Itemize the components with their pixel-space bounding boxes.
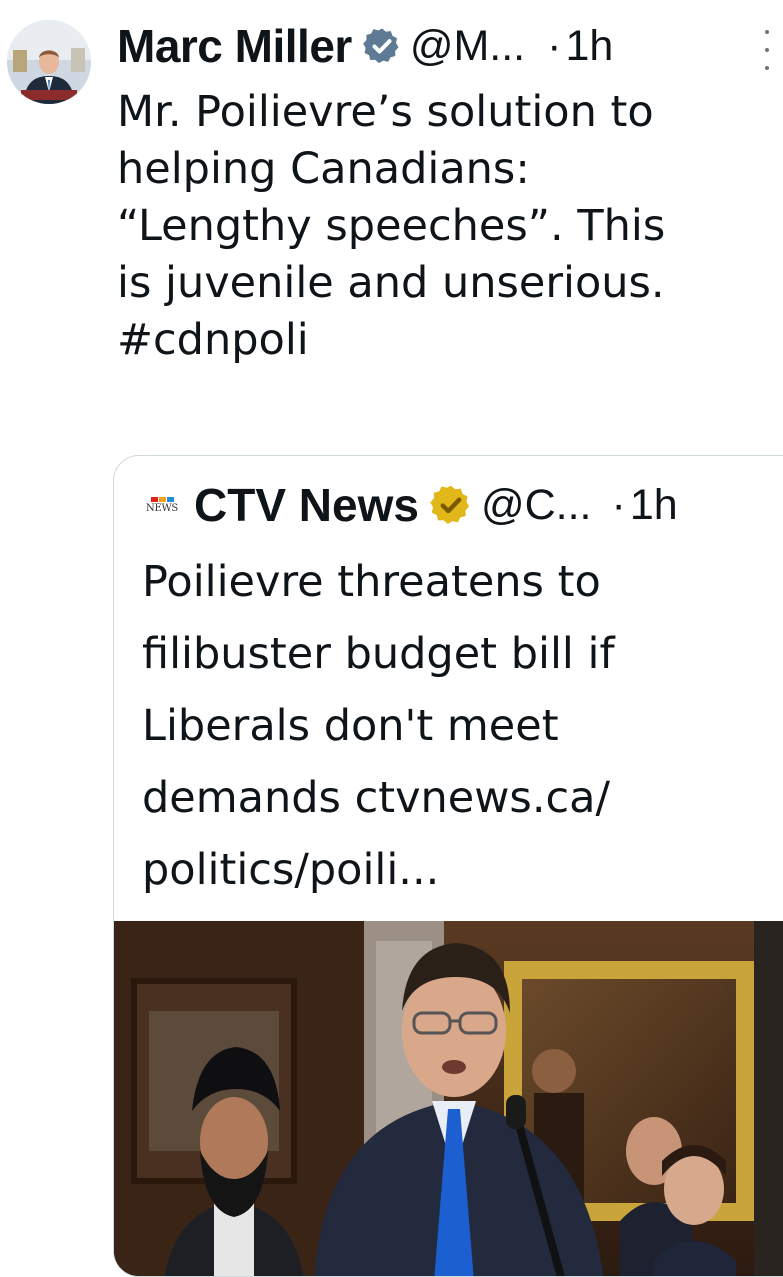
quoted-tweet-photo[interactable] (114, 921, 783, 1276)
more-options-icon[interactable] (757, 30, 777, 70)
ctv-logo-text: NEWS (146, 502, 178, 514)
quoted-tweet-text: Poilievre threatens to filibuster budget… (142, 546, 782, 906)
author-avatar[interactable] (7, 20, 91, 104)
avatar-photo (7, 20, 91, 104)
tweet-text-line: helping Canadians: (117, 144, 530, 194)
quoted-link-text[interactable]: demands ctvnews.ca/ (142, 762, 782, 834)
hashtag-link[interactable]: #cdnpoli (117, 312, 767, 369)
gold-verified-badge-icon[interactable] (429, 483, 473, 527)
author-name[interactable]: Marc Miller (117, 19, 352, 73)
quoted-tweet-header: NEWS CTV News @C... · 1h (142, 474, 678, 536)
tweet-text-line: Mr. Poilievre’s solution to (117, 87, 654, 137)
separator-dot: · (611, 480, 626, 529)
separator-dot: · (547, 21, 562, 70)
quoted-tweet-timestamp[interactable]: 1h (630, 481, 678, 530)
quoted-text-line: Poilievre threatens to (142, 557, 601, 607)
tweet-text: Mr. Poilievre’s solution to helping Cana… (117, 84, 767, 369)
tweet-text-line: is juvenile and unserious. (117, 258, 665, 308)
quoted-text-line: Liberals don't meet (142, 701, 559, 751)
quoted-text-line: filibuster budget bill if (142, 629, 615, 679)
tweet-header: Marc Miller @M... · 1h (117, 14, 613, 78)
press-conference-image (114, 921, 783, 1276)
quoted-link-text[interactable]: politics/poili... (142, 834, 782, 906)
tweet-timestamp[interactable]: 1h (565, 22, 613, 71)
ctv-news-logo[interactable]: NEWS (142, 485, 182, 525)
blue-verified-badge-icon[interactable] (362, 26, 402, 66)
author-handle[interactable]: @M... (410, 22, 525, 71)
quoted-author-handle[interactable]: @C... (481, 481, 592, 530)
quoted-author-name[interactable]: CTV News (194, 478, 419, 532)
quoted-tweet-card[interactable]: NEWS CTV News @C... · 1h Poilievre threa… (113, 455, 783, 1277)
tweet-text-line: “Lengthy speeches”. This (117, 201, 666, 251)
